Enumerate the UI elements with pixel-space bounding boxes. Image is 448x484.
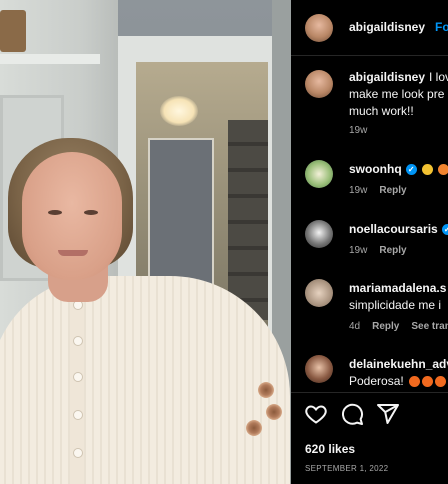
photo-blouse-button <box>73 372 83 382</box>
comment-avatar[interactable] <box>305 279 333 307</box>
photo-ceiling-light <box>160 96 198 126</box>
comment-text: Poderosa! <box>349 374 447 388</box>
photo-eye <box>48 210 62 215</box>
comment-icon[interactable] <box>340 402 364 426</box>
photo-blouse-button <box>73 336 83 346</box>
see-translation-button[interactable]: See tran <box>411 321 448 332</box>
header-username[interactable]: abigaildisney <box>349 20 425 34</box>
header-avatar[interactable] <box>305 14 333 42</box>
caption-text: I lov <box>429 70 448 84</box>
reply-button[interactable]: Reply <box>372 321 399 332</box>
caption-text: make me look pre <box>349 87 445 101</box>
photo-inner-shelves <box>228 120 268 320</box>
photo-embroidery-flower <box>246 420 262 436</box>
photo-blouse-button <box>73 448 83 458</box>
comment-time[interactable]: 4d <box>349 321 360 332</box>
comment-avatar[interactable] <box>305 220 333 248</box>
comment-avatar[interactable] <box>305 355 333 383</box>
comment-username[interactable]: mariamadalena.s <box>349 281 446 295</box>
verified-icon: ✓ <box>441 224 448 236</box>
comment-meta: 4d Reply See tran <box>349 321 448 332</box>
comment-meta: 19w Reply <box>349 185 407 196</box>
post-date: SEPTEMBER 1, 2022 <box>305 464 389 473</box>
photo-blouse <box>0 276 290 484</box>
heart-icon[interactable] <box>304 402 328 426</box>
comment-username[interactable]: delainekuehn_adv <box>349 357 448 371</box>
photo-embroidery-flower <box>258 382 274 398</box>
comment-avatar[interactable] <box>305 160 333 188</box>
photo-blouse-button <box>73 410 83 420</box>
post-side-panel: abigaildisney Fo abigaildisney I lov mak… <box>291 0 448 484</box>
verified-icon: ✓ <box>405 164 417 176</box>
reply-button[interactable]: Reply <box>379 245 406 256</box>
caption-text: much work!! <box>349 104 414 118</box>
comment-text: simplicidade me i <box>349 298 442 312</box>
photo-embroidery-flower <box>266 404 282 420</box>
fire-emoji-icon <box>435 376 447 388</box>
photo-mouth <box>58 250 88 256</box>
actions-divider <box>291 392 448 393</box>
grin-emoji-icon <box>422 164 434 176</box>
reply-button[interactable]: Reply <box>379 185 406 196</box>
photo-shelf <box>0 54 100 64</box>
comment-username[interactable]: swoonhq ✓ <box>349 162 448 176</box>
fire-emoji-icon <box>409 376 421 388</box>
comment-username[interactable]: noellacoursaris ✓ <box>349 222 448 236</box>
fire-emoji-icon <box>422 376 434 388</box>
header-divider <box>291 55 448 56</box>
share-icon[interactable] <box>376 402 400 426</box>
photo-shelf-item <box>0 10 26 52</box>
photo-eye <box>84 210 98 215</box>
photo-face <box>22 152 122 280</box>
caption-username[interactable]: abigaildisney <box>349 70 425 84</box>
comment-time[interactable]: 19w <box>349 185 367 196</box>
follow-button[interactable]: Fo <box>435 20 448 34</box>
caption-time[interactable]: 19w <box>349 125 367 136</box>
post-photo[interactable] <box>0 0 291 484</box>
likes-count[interactable]: 620 likes <box>305 442 355 456</box>
heart-eyes-emoji-icon <box>438 164 448 176</box>
caption-avatar[interactable] <box>305 70 333 98</box>
comment-meta: 19w Reply <box>349 245 407 256</box>
comment-time[interactable]: 19w <box>349 245 367 256</box>
